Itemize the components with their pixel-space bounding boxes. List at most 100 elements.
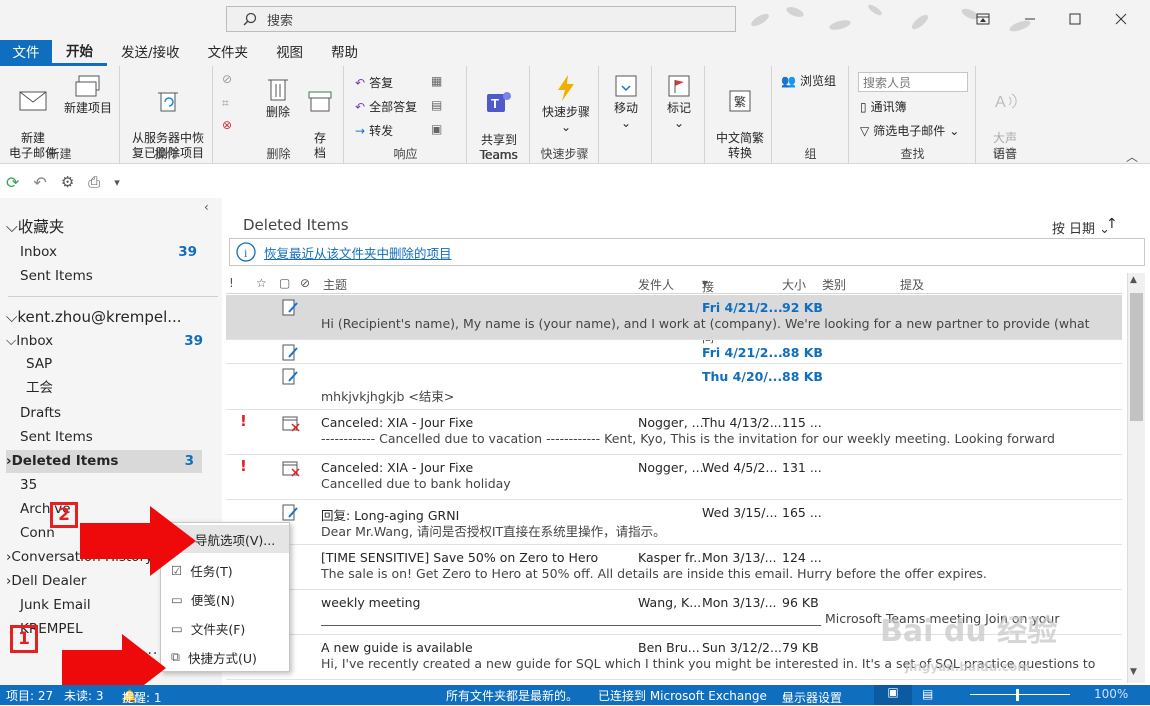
- column-mention[interactable]: 提及: [900, 276, 924, 293]
- filter-email-button[interactable]: ▽ 筛选电子邮件 ⌄: [860, 122, 959, 139]
- meeting-cancel-icon: [282, 461, 300, 477]
- group-tag: 标记 ⌄: [653, 66, 705, 164]
- importance-column-icon[interactable]: !: [229, 276, 234, 290]
- tab-folder[interactable]: 文件夹: [194, 40, 263, 66]
- fav-sent-items[interactable]: Sent Items: [0, 265, 205, 288]
- reply-button[interactable]: ↶ 答复: [355, 74, 393, 91]
- meeting-icon[interactable]: ▦: [431, 74, 442, 88]
- folder-sap[interactable]: SAP: [0, 353, 205, 376]
- delete-button[interactable]: 删除: [260, 74, 296, 120]
- zoom-level[interactable]: 100%: [1094, 687, 1128, 701]
- icon-column-icon[interactable]: ▢: [279, 276, 290, 290]
- group-label-quick: 快速步骤: [540, 147, 589, 161]
- attachment-column-icon[interactable]: ⊘: [300, 276, 310, 290]
- move-button[interactable]: 移动 ⌄: [606, 74, 646, 131]
- folder-35[interactable]: 35: [0, 474, 205, 497]
- group-find: 搜索人员 ▯ 通讯簿 ▽ 筛选电子邮件 ⌄ 查找: [850, 66, 976, 164]
- sort-direction-icon[interactable]: ↑: [1106, 216, 1118, 232]
- table-row[interactable]: ! Canceled: XIA - Jour Fixe Nogger, ... …: [226, 455, 1122, 500]
- column-from[interactable]: 发件人: [638, 276, 674, 293]
- reading-view-icon[interactable]: ▤: [922, 687, 933, 701]
- column-size[interactable]: 大小: [782, 276, 806, 293]
- settings-icon[interactable]: ⚙: [61, 173, 74, 191]
- recover-deleted-link[interactable]: 恢复最近从该文件夹中删除的项目: [264, 243, 452, 262]
- maximize-button[interactable]: [1060, 6, 1090, 32]
- group-respond: ↶ 答复 ↶ 全部答复 → 转发 ▦ ▤ ▣ 响应: [345, 66, 467, 164]
- zoom-slider-thumb[interactable]: [1016, 689, 1019, 701]
- collapse-ribbon-icon[interactable]: ︿: [1126, 148, 1138, 165]
- more-apps-icon[interactable]: ···: [142, 646, 158, 662]
- menu-item-folders[interactable]: ▭ 文件夹(F): [161, 614, 289, 642]
- scroll-up-icon[interactable]: ▲: [1130, 275, 1137, 285]
- folder-inbox[interactable]: ⌵Inbox 39: [6, 330, 211, 353]
- table-row[interactable]: [TIME SENSITIVE] Save 50% on Zero to Her…: [226, 545, 1122, 590]
- table-row[interactable]: Fri 4/21/2... 92 KB Hi (Recipient's name…: [226, 295, 1122, 340]
- restore-ribbon-icon[interactable]: [968, 6, 998, 32]
- menu-item-tasks[interactable]: ☑ 任务(T): [161, 556, 289, 584]
- scroll-down-icon[interactable]: ▼: [1130, 667, 1137, 677]
- menu-item-shortcuts[interactable]: ⧉ 快捷方式(U): [161, 643, 289, 671]
- collapse-pane-icon[interactable]: ‹: [204, 200, 209, 214]
- address-book-icon: ▯: [860, 99, 867, 114]
- favorites-header[interactable]: ⌵收藏夹: [6, 216, 211, 239]
- tab-help[interactable]: 帮助: [317, 40, 372, 66]
- search-people-input[interactable]: 搜索人员: [858, 72, 968, 92]
- group-label-find: 查找: [900, 147, 925, 161]
- scroll-thumb[interactable]: [1130, 293, 1143, 421]
- search-box[interactable]: 搜索: [226, 6, 736, 32]
- group-quick-steps: 快速步骤 ⌄ 快速步骤: [531, 66, 599, 164]
- tab-home[interactable]: 开始: [52, 40, 107, 66]
- vertical-scrollbar[interactable]: ▲ ▼: [1127, 273, 1145, 683]
- ignore-icon[interactable]: ⊘: [222, 72, 232, 86]
- junk-icon[interactable]: ⊗: [222, 118, 232, 132]
- account-header[interactable]: ⌵kent.zhou@krempel...: [6, 306, 216, 329]
- minimize-button[interactable]: [1015, 6, 1045, 32]
- table-row[interactable]: Fri 4/21/2... 88 KB: [226, 340, 1122, 364]
- column-received[interactable]: 接收时间▾: [702, 276, 714, 345]
- send-receive-icon[interactable]: ⟳: [6, 173, 19, 192]
- folder-drafts[interactable]: Drafts: [0, 402, 205, 425]
- clean-up-icon[interactable]: ⌗: [222, 96, 229, 111]
- sort-dropdown[interactable]: 按 日期 ⌄: [1052, 218, 1110, 237]
- address-book-button[interactable]: ▯ 通讯簿: [860, 98, 907, 115]
- folder-archive[interactable]: Archive: [0, 498, 205, 521]
- more-respond-icon[interactable]: ▣: [431, 122, 442, 136]
- menu-item-navigation-options[interactable]: 导航选项(V)...: [161, 525, 289, 553]
- quick-steps-button[interactable]: 快速步骤 ⌄: [535, 74, 597, 135]
- close-button[interactable]: [1106, 6, 1136, 32]
- info-bar: i 恢复最近从该文件夹中删除的项目: [229, 238, 1145, 266]
- note-icon: ▭: [171, 591, 183, 607]
- forward-button[interactable]: → 转发: [355, 122, 393, 139]
- chinese-conversion-button[interactable]: 繁 中文简繁 转换: [710, 74, 770, 161]
- customize-qat-icon[interactable]: ▾: [114, 176, 120, 189]
- reply-all-button[interactable]: ↶ 全部答复: [355, 98, 417, 115]
- tag-button[interactable]: 标记 ⌄: [659, 74, 699, 131]
- reminder-column-icon[interactable]: ☆: [256, 276, 267, 290]
- normal-view-icon[interactable]: ▣: [874, 685, 912, 705]
- print-icon[interactable]: ⎙: [88, 173, 100, 191]
- table-row[interactable]: ! Canceled: XIA - Jour Fixe Nogger, ... …: [226, 410, 1122, 455]
- tab-view[interactable]: 视图: [262, 40, 317, 66]
- folder-deleted-items[interactable]: ›Deleted Items 3: [6, 450, 202, 473]
- undo-icon[interactable]: ↶: [33, 173, 46, 192]
- shortcut-icon: ⧉: [171, 649, 180, 664]
- folder-sent-items[interactable]: Sent Items: [0, 426, 205, 449]
- table-row[interactable]: Thu 4/20/... 88 KB mhkjvkjhgkjb <结束>: [226, 364, 1122, 410]
- folder-union[interactable]: 工会: [0, 377, 205, 400]
- group-label-actions: 操作: [154, 147, 179, 161]
- fav-inbox[interactable]: Inbox 39: [0, 241, 205, 264]
- column-category[interactable]: 类别: [822, 276, 846, 293]
- new-item-button[interactable]: 新建项目: [60, 74, 116, 116]
- tab-file[interactable]: 文件: [0, 40, 52, 66]
- column-subject[interactable]: 主题: [323, 276, 347, 293]
- table-row[interactable]: 回复: Long-aging GRNI Wed 3/15/... 165 ...…: [226, 500, 1122, 545]
- browse-group-button[interactable]: 👥 浏览组: [781, 72, 836, 89]
- menu-item-notes[interactable]: ▭ 便笺(N): [161, 585, 289, 613]
- group-label-group: 组: [804, 147, 817, 161]
- trash-icon: [268, 79, 288, 101]
- status-connected: 已连接到 Microsoft Exchange: [598, 689, 767, 703]
- zoom-slider[interactable]: [970, 694, 1070, 695]
- im-icon[interactable]: ▤: [431, 98, 442, 112]
- filter-icon: ▽: [860, 123, 870, 138]
- tab-send-receive[interactable]: 发送/接收: [107, 40, 194, 66]
